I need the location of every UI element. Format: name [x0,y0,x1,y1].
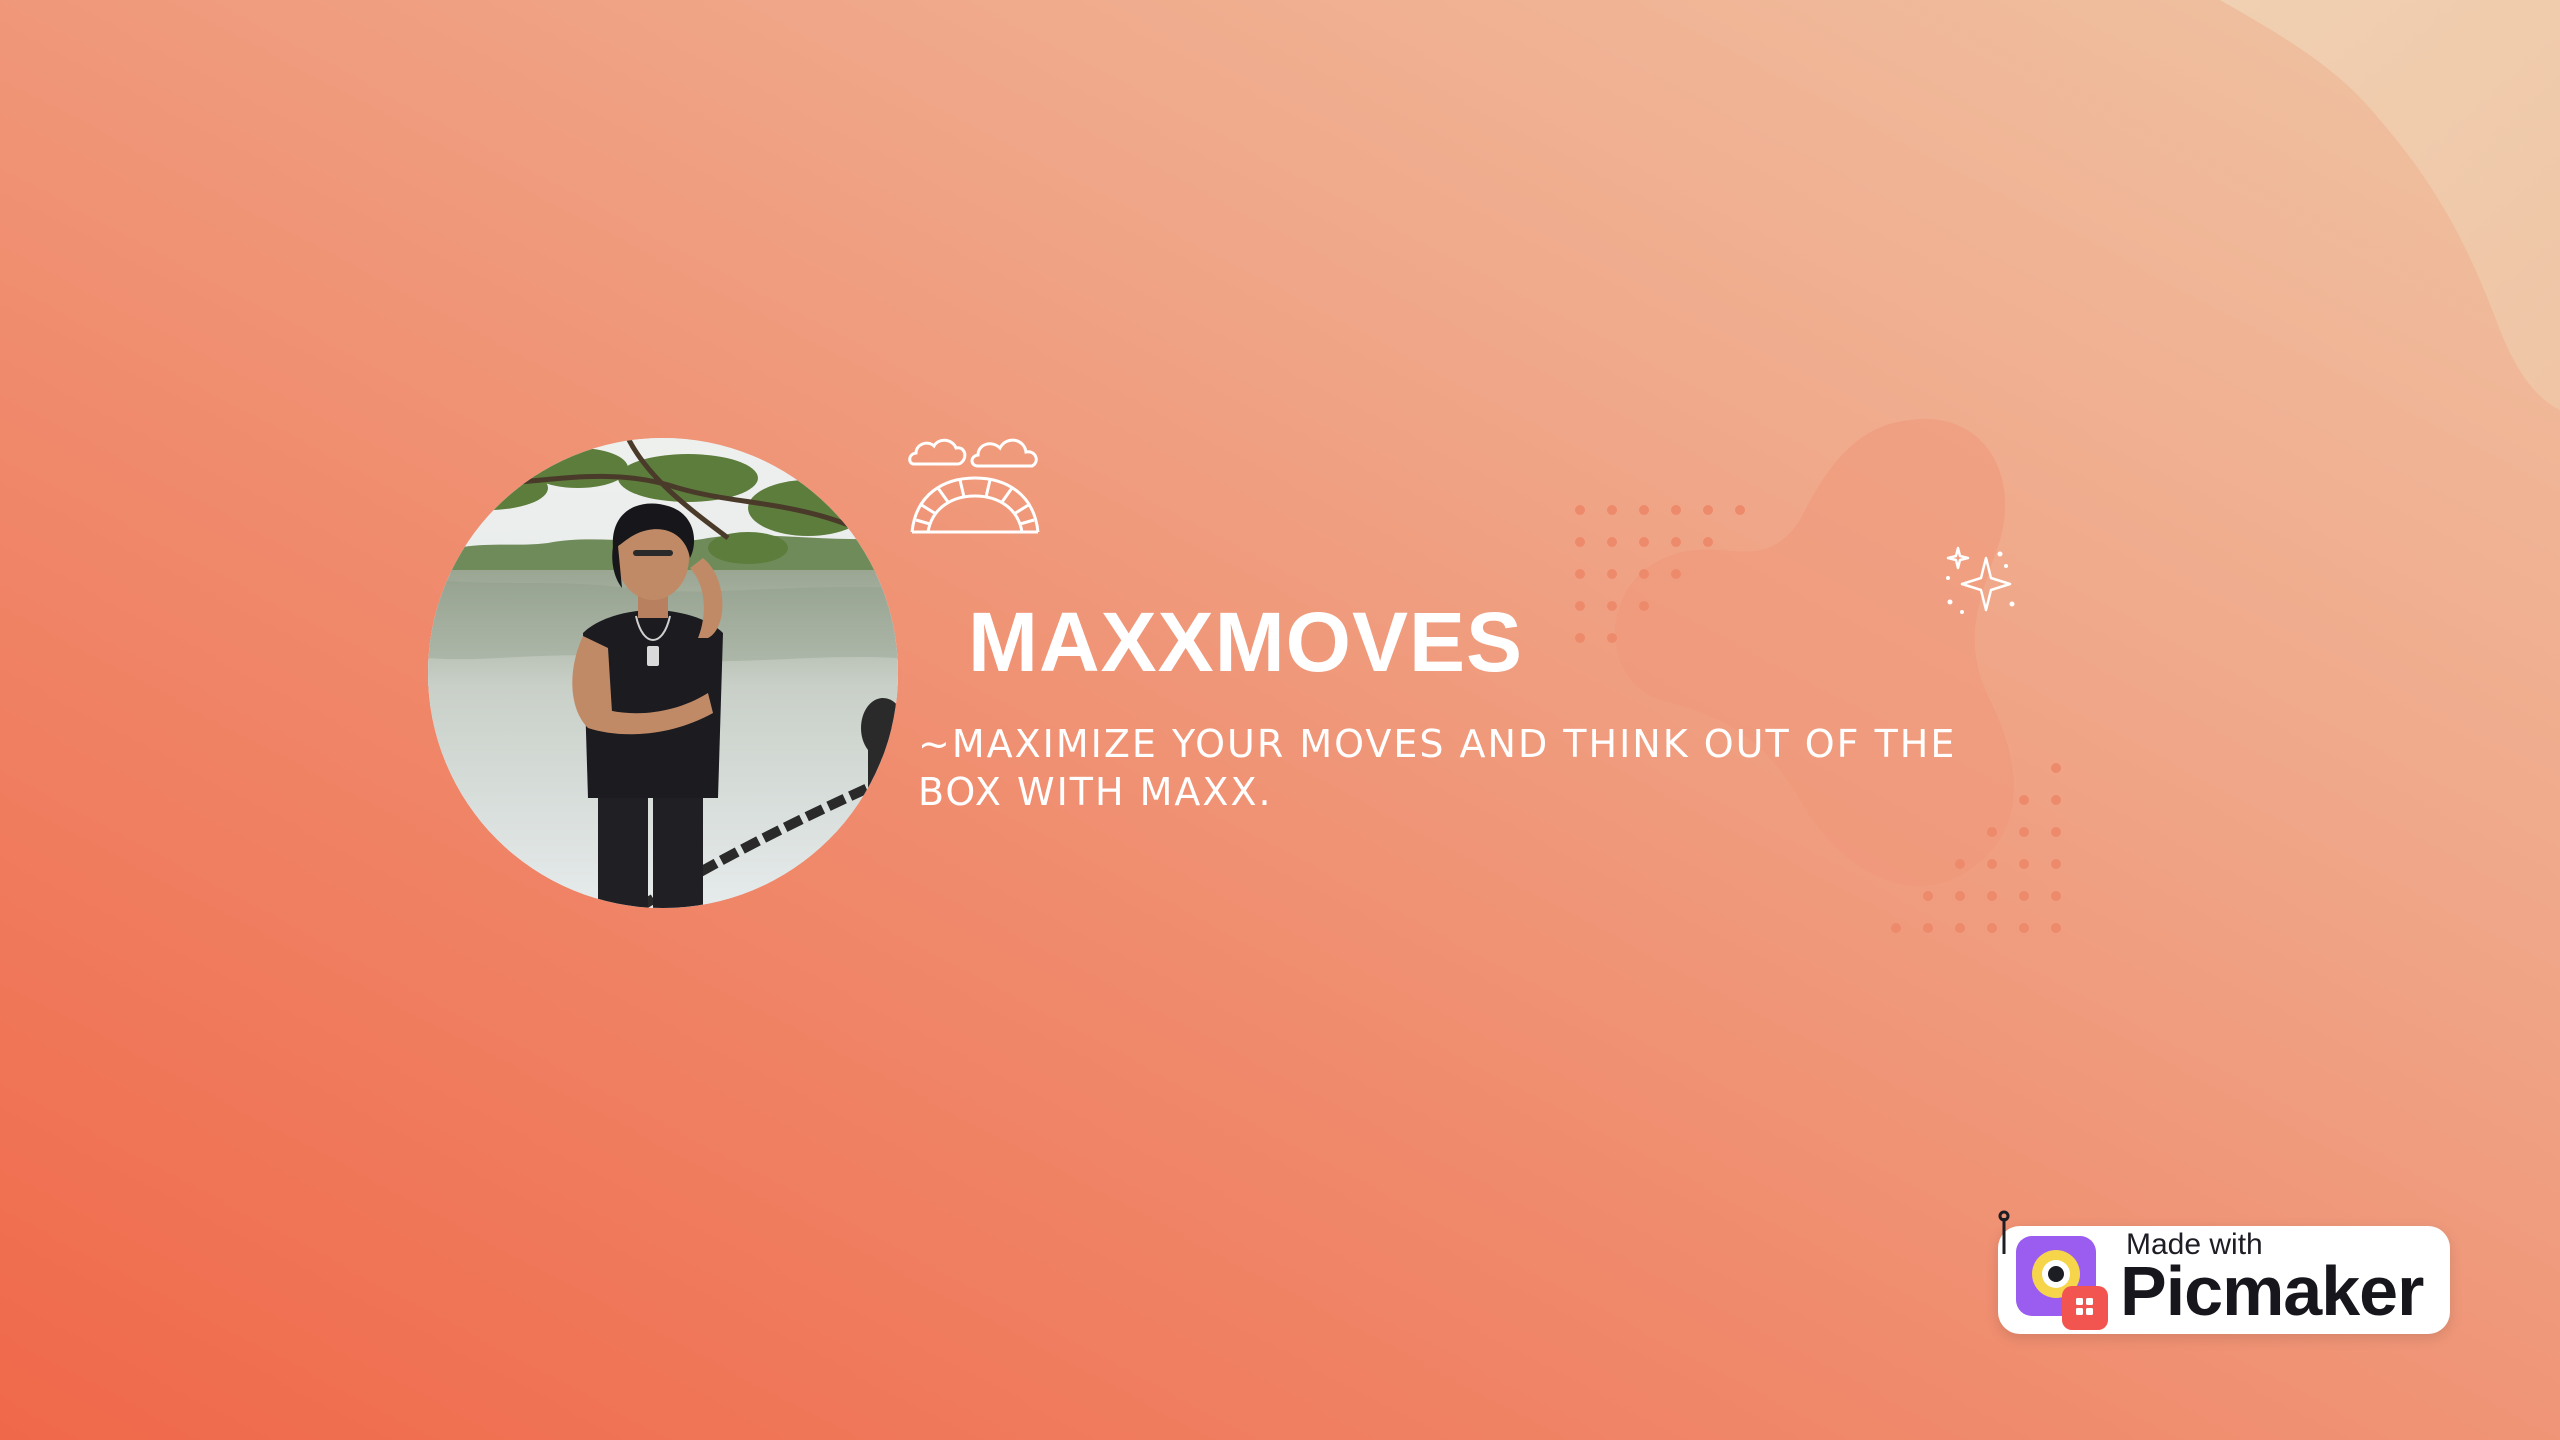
picmaker-logo-icon [1998,1210,2108,1330]
clouds-icon [908,438,1038,468]
channel-tagline: ~MAXIMIZE YOUR MOVES AND THINK OUT OF TH… [918,722,1957,814]
sparkles-icon [1946,546,2015,614]
watermark-brand: Picmaker [2120,1252,2424,1330]
channel-title: MAXXMOVES [968,595,1524,689]
picmaker-watermark[interactable]: Made with Picmaker [1990,1210,2454,1340]
top-right-blob [2220,0,2560,410]
profile-photo [428,438,898,908]
bridge-icon [910,476,1040,534]
